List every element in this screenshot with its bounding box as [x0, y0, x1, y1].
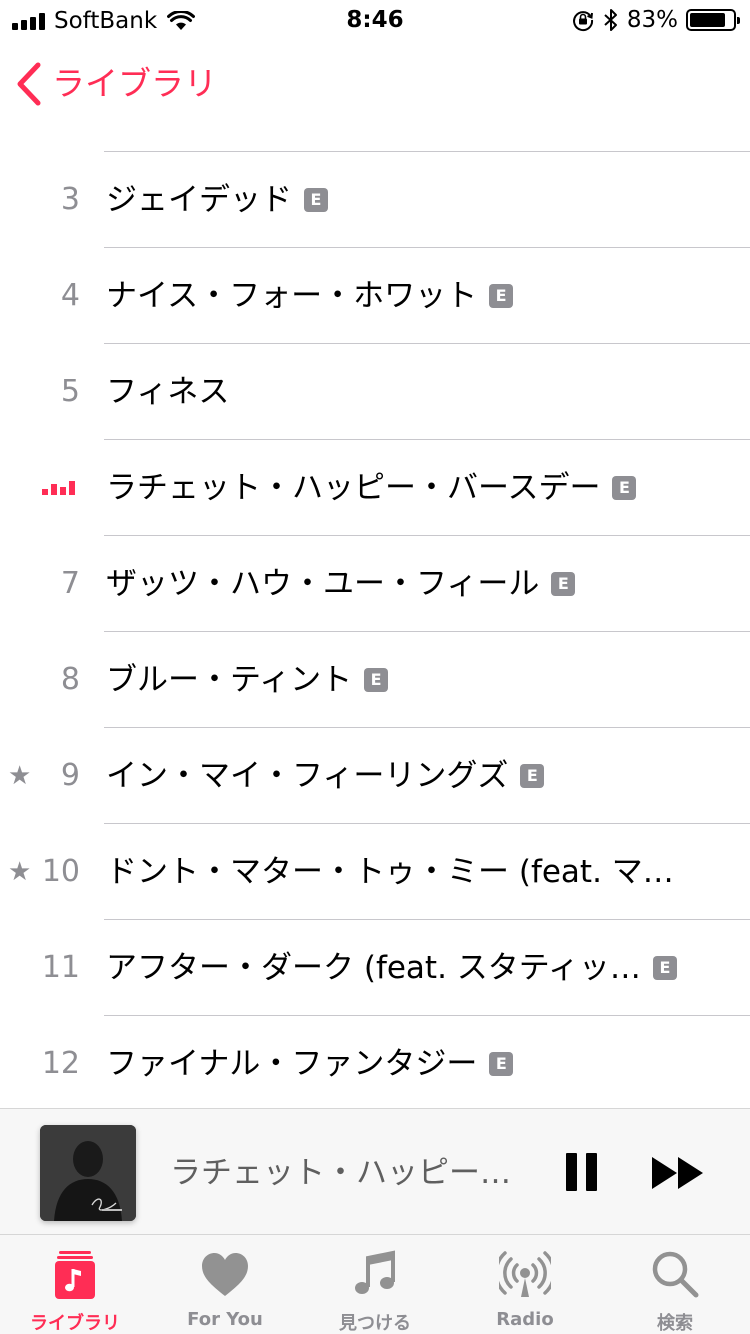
tab-radio[interactable]: Radio [450, 1235, 600, 1334]
tab-library[interactable]: ライブラリ [0, 1235, 150, 1334]
track-title: ザッツ・ハウ・ユー・フィール [106, 566, 540, 602]
track-title-line: ブルー・ティント E [106, 659, 389, 701]
fast-forward-icon [678, 1157, 703, 1189]
radio-icon [499, 1251, 551, 1297]
tab-for-you[interactable]: For You [150, 1235, 300, 1334]
battery-icon [686, 9, 740, 31]
explicit-badge: E [489, 1052, 514, 1076]
explicit-badge: E [652, 956, 677, 980]
track-title: フィネス [106, 374, 230, 410]
explicit-badge: E [551, 572, 576, 596]
explicit-badge: E [304, 188, 328, 212]
track-title-line: ファイナル・ファンタジー E [106, 1043, 514, 1085]
heart-icon [202, 1253, 248, 1296]
track-row[interactable]: 11 アフター・ダーク (feat. スタティッ… E [0, 920, 750, 1016]
explicit-badge: E [612, 476, 637, 500]
fast-forward-icon [652, 1157, 677, 1189]
music-note-icon [355, 1250, 395, 1294]
track-title: イン・マイ・フィーリングズ [106, 758, 509, 794]
battery-percent: 83% [626, 7, 678, 33]
track-title: ファイナル・ファンタジー [106, 1046, 478, 1082]
mini-player[interactable]: ラチェット・ハッピー… [0, 1108, 750, 1234]
track-number: 3 [60, 182, 80, 217]
track-title-line: ジェイデッド E [106, 179, 328, 221]
now-playing-equalizer-icon [42, 477, 75, 495]
library-icon [55, 1251, 95, 1299]
track-title-line: ラチェット・ハッピー・バースデー E [106, 467, 637, 509]
pause-button[interactable] [566, 1153, 598, 1191]
track-row[interactable]: 8 ブルー・ティント E [0, 632, 750, 728]
track-row[interactable]: ラチェット・ハッピー・バースデー E [0, 440, 750, 536]
explicit-badge: E [520, 764, 545, 788]
track-number: 5 [60, 374, 80, 409]
track-row[interactable]: ★ 10 ドント・マター・トゥ・ミー (feat. マ… [0, 824, 750, 920]
battery-level [690, 13, 725, 27]
album-artwork-image [40, 1125, 136, 1221]
orientation-lock-icon [572, 11, 593, 32]
chevron-left-icon [17, 62, 41, 106]
tab-browse[interactable]: 見つける [300, 1235, 450, 1334]
track-title-line: アフター・ダーク (feat. スタティッ… E [106, 947, 677, 989]
tab-label: For You [187, 1309, 263, 1330]
tab-search[interactable]: 検索 [600, 1235, 750, 1334]
navigation-bar: ライブラリ [0, 40, 750, 128]
back-label: ライブラリ [52, 64, 217, 103]
back-button[interactable]: ライブラリ [16, 62, 217, 106]
status-bar: SoftBank 8:46 83% [0, 0, 750, 40]
track-number: 7 [60, 566, 80, 601]
track-number: 10 [41, 854, 80, 889]
track-number: 8 [60, 662, 80, 697]
pause-icon [586, 1153, 597, 1191]
tab-label: ライブラリ [30, 1313, 120, 1334]
track-title-line: フィネス [106, 371, 229, 413]
track-row[interactable]: 3 ジェイデッド E [0, 152, 750, 248]
track-title-line: ナイス・フォー・ホワット E [106, 275, 514, 317]
track-row[interactable]: 4 ナイス・フォー・ホワット E [0, 248, 750, 344]
track-number: 12 [41, 1046, 80, 1081]
track-title-line: ドント・マター・トゥ・ミー (feat. マ… [106, 851, 674, 893]
track-title: アフター・ダーク (feat. スタティッ… [106, 950, 641, 986]
track-row[interactable]: 5 フィネス [0, 344, 750, 440]
favorite-star-icon: ★ [8, 761, 32, 791]
track-title-line: ザッツ・ハウ・ユー・フィール E [106, 563, 576, 605]
fast-forward-button[interactable] [650, 1156, 706, 1190]
track-title: ブルー・ティント [106, 662, 353, 698]
track-number: 4 [60, 278, 80, 313]
tab-label: 検索 [657, 1313, 693, 1334]
explicit-badge: E [489, 284, 514, 308]
tab-label: 見つける [339, 1313, 411, 1334]
track-row[interactable]: 12 ファイナル・ファンタジー E [0, 1016, 750, 1108]
track-list[interactable]: 3 ジェイデッド E 4 ナイス・フォー・ホワット E 5 フィネスラチェット・ハッピー・バー… [0, 128, 750, 1108]
track-row[interactable]: 7 ザッツ・ハウ・ユー・フィール E [0, 536, 750, 632]
pause-icon [566, 1153, 577, 1191]
album-artwork[interactable] [40, 1125, 136, 1221]
track-number: 9 [60, 758, 80, 793]
track-title: ナイス・フォー・ホワット [106, 278, 478, 314]
tab-bar: ライブラリ For You 見つける Radio 検索 [0, 1234, 750, 1334]
track-title: ジェイデッド [106, 182, 292, 218]
bluetooth-icon [604, 9, 617, 31]
track-title: ドント・マター・トゥ・ミー (feat. マ… [106, 854, 674, 890]
tab-label: Radio [496, 1309, 554, 1330]
track-row[interactable]: ★ 9 イン・マイ・フィーリングズ E [0, 728, 750, 824]
status-right: 83% [571, 7, 740, 33]
track-title: ラチェット・ハッピー・バースデー [106, 470, 601, 506]
track-number: 11 [41, 950, 80, 985]
explicit-badge: E [364, 668, 389, 692]
track-title-line: イン・マイ・フィーリングズ E [106, 755, 545, 797]
now-playing-title[interactable]: ラチェット・ハッピー… [170, 1153, 520, 1193]
search-icon [652, 1251, 699, 1298]
